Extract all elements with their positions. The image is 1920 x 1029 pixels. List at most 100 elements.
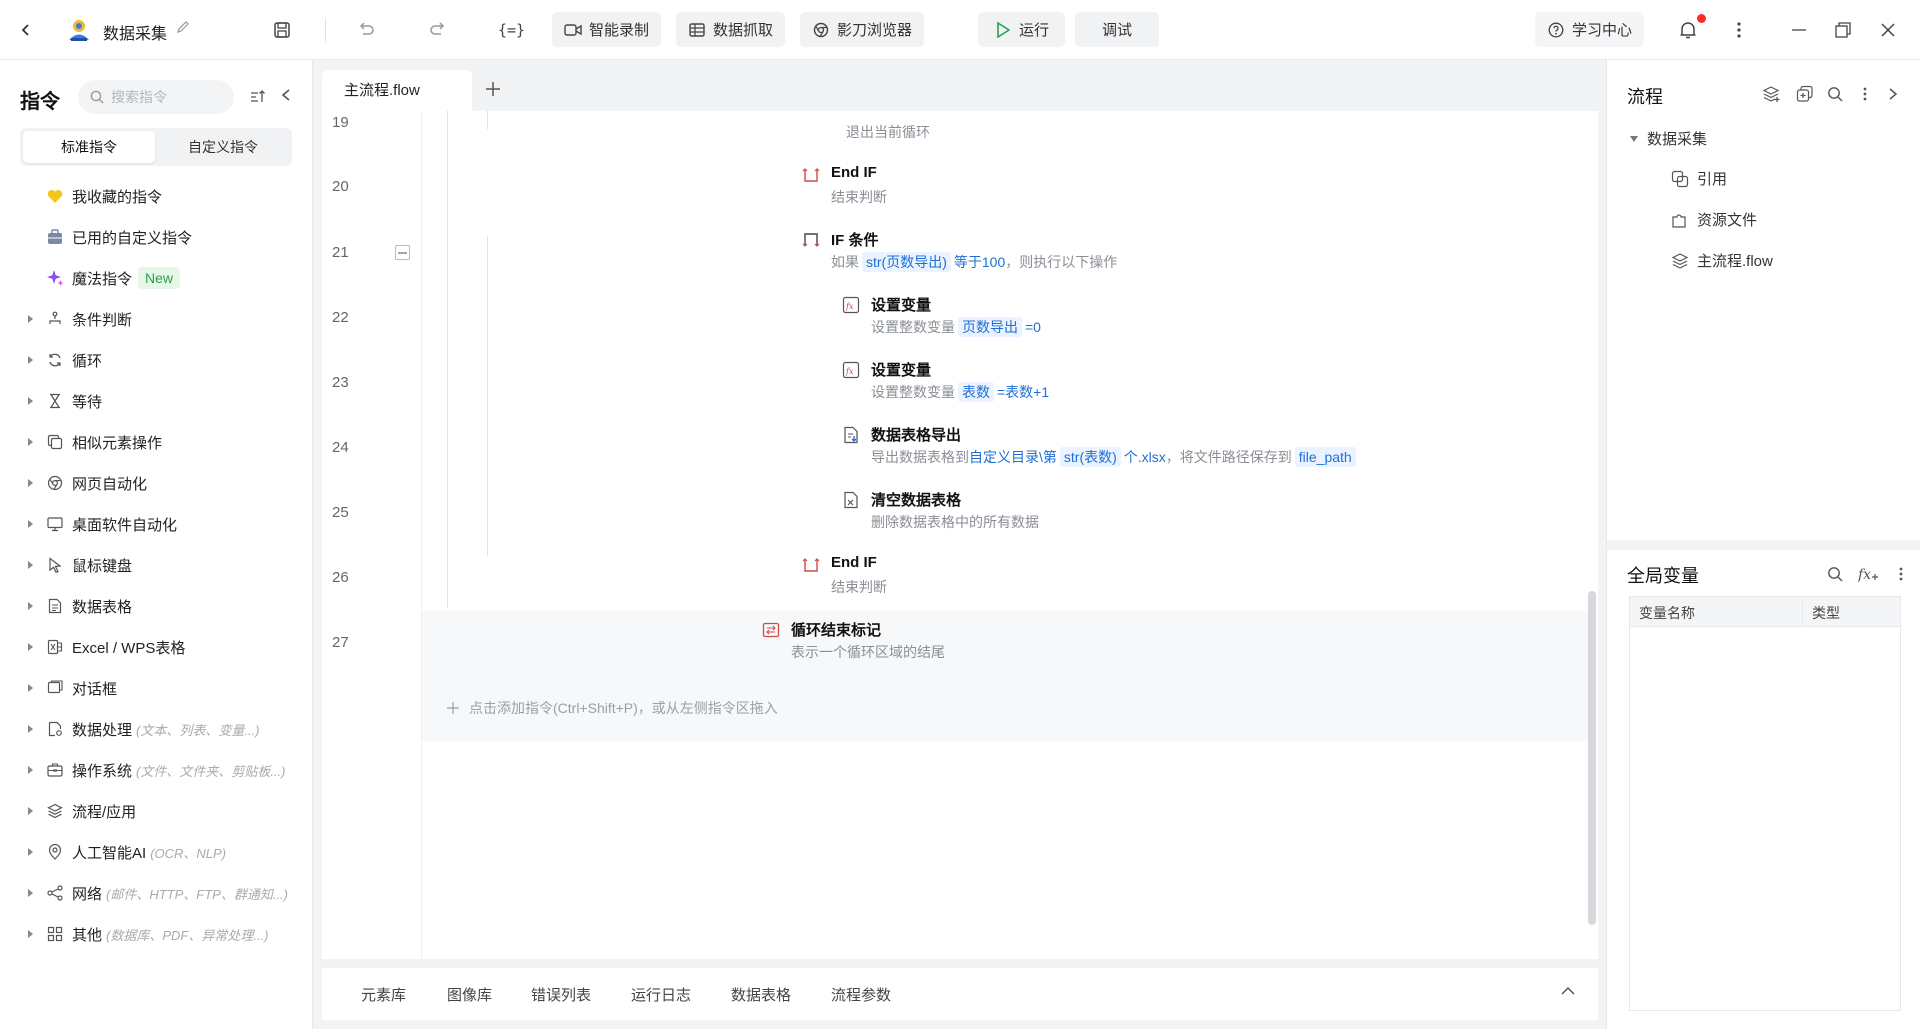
command-category[interactable]: 鼠标键盘 (0, 547, 313, 583)
desc-value: =0 (1025, 319, 1041, 335)
expand-arrow-icon[interactable] (27, 314, 35, 324)
svg-text:fx: fx (1858, 567, 1871, 583)
tab-error-list[interactable]: 错误列表 (531, 984, 591, 1005)
category-name: 等待 (72, 393, 103, 411)
command-category[interactable]: 数据表格 (0, 588, 313, 624)
chevron-right-icon[interactable] (1883, 84, 1903, 104)
favorite-commands-item[interactable]: 我收藏的指令 (0, 178, 313, 214)
magic-commands-label: 魔法指令 (72, 270, 133, 288)
sort-icon[interactable] (249, 88, 267, 106)
tab-main-flow[interactable]: 主流程.flow (322, 70, 472, 112)
command-search-input[interactable] (111, 89, 221, 105)
copy-add-icon[interactable] (1795, 84, 1815, 104)
tab-run-log[interactable]: 运行日志 (631, 984, 691, 1005)
redo-icon[interactable] (426, 18, 450, 42)
command-category[interactable]: 数据处理 (文本、列表、变量...) (0, 711, 313, 747)
undo-icon[interactable] (354, 18, 378, 42)
back-icon[interactable] (14, 18, 38, 42)
run-button[interactable]: 运行 (978, 12, 1066, 47)
command-category[interactable]: 其他 (数据库、PDF、异常处理...) (0, 916, 313, 952)
expand-arrow-icon[interactable] (27, 355, 35, 365)
command-category[interactable]: 操作系统 (文件、文件夹、剪贴板...) (0, 752, 313, 788)
command-category[interactable]: 人工智能AI (OCR、NLP) (0, 834, 313, 870)
save-icon[interactable] (270, 18, 294, 42)
bell-icon[interactable] (1676, 18, 1700, 42)
category-label: 人工智能AI (OCR、NLP) (72, 842, 226, 863)
collapse-block-icon[interactable] (395, 245, 410, 260)
expand-arrow-icon[interactable] (27, 519, 35, 529)
tab-standard-commands[interactable]: 标准指令 (23, 131, 155, 163)
more-vertical-icon[interactable] (1891, 564, 1911, 584)
editor-scrollbar[interactable] (1588, 591, 1596, 925)
more-vertical-icon[interactable] (1855, 84, 1875, 104)
expand-arrow-icon[interactable] (27, 478, 35, 488)
restore-window-icon[interactable] (1831, 18, 1855, 42)
tree-item-reference[interactable]: 引用 (1671, 168, 1727, 189)
debug-button[interactable]: 调试 (1075, 12, 1159, 47)
more-vertical-icon[interactable] (1727, 18, 1751, 42)
expand-arrow-icon[interactable] (27, 396, 35, 406)
expand-arrow-icon[interactable] (27, 888, 35, 898)
learning-center-button[interactable]: 学习中心 (1535, 12, 1645, 47)
used-custom-commands-item[interactable]: 已用的自定义指令 (0, 219, 313, 255)
browser-button[interactable]: 影刀浏览器 (800, 12, 925, 47)
command-category[interactable]: Excel / WPS表格 (0, 629, 313, 665)
data-capture-label: 数据抓取 (713, 22, 774, 39)
command-search[interactable] (78, 80, 234, 114)
heart-icon (46, 187, 64, 205)
row-description: 设置整数变量 表数 =表数+1 (871, 382, 1049, 402)
tab-image-library[interactable]: 图像库 (447, 984, 492, 1005)
ai-pin-icon (46, 843, 64, 861)
top-toolbar: 数据采集 {=} 智能录制 数据抓取 影刀浏览器 运行 调试 学习中心 (0, 0, 1920, 60)
tab-custom-commands[interactable]: 自定义指令 (157, 131, 289, 163)
edit-pencil-icon[interactable] (176, 20, 192, 36)
close-icon[interactable] (1876, 18, 1900, 42)
search-icon[interactable] (1825, 84, 1845, 104)
tree-root-item[interactable]: 数据采集 (1629, 128, 1707, 149)
command-category[interactable]: 对话框 (0, 670, 313, 706)
toolbox-icon (46, 761, 64, 779)
variable-braces-icon[interactable]: {=} (497, 18, 525, 42)
expand-arrow-icon[interactable] (27, 683, 35, 693)
category-label: 等待 (72, 391, 102, 412)
svg-text:fx: fx (845, 367, 854, 376)
command-category[interactable]: 桌面软件自动化 (0, 506, 313, 542)
add-tab-icon[interactable] (484, 80, 504, 100)
add-command-hint[interactable]: 点击添加指令(Ctrl+Shift+P)，或从左侧指令区拖入 (447, 698, 778, 718)
command-category[interactable]: 网络 (邮件、HTTP、FTP、群通知...) (0, 875, 313, 911)
search-icon (90, 90, 104, 104)
command-category[interactable]: 循环 (0, 342, 313, 378)
layers-add-icon[interactable] (1761, 84, 1781, 104)
toolbar-divider (325, 18, 326, 42)
expand-arrow-icon[interactable] (27, 847, 35, 857)
command-category[interactable]: 等待 (0, 383, 313, 419)
desc-text: ，则执行以下操作 (1005, 254, 1118, 270)
expand-arrow-icon[interactable] (27, 642, 35, 652)
command-category[interactable]: 相似元素操作 (0, 424, 313, 460)
command-category[interactable]: 流程/应用 (0, 793, 313, 829)
expand-arrow-icon[interactable] (27, 560, 35, 570)
expand-arrow-icon[interactable] (27, 601, 35, 611)
search-icon[interactable] (1825, 564, 1845, 584)
command-category[interactable]: 条件判断 (0, 301, 313, 337)
tree-item-main-flow[interactable]: 主流程.flow (1671, 250, 1773, 271)
collapse-panel-icon[interactable] (280, 88, 296, 106)
add-variable-fx-icon[interactable]: fx (1857, 564, 1881, 584)
expand-arrow-icon[interactable] (27, 929, 35, 939)
tab-data-table[interactable]: 数据表格 (731, 984, 791, 1005)
magic-commands-item[interactable]: 魔法指令 New (0, 260, 313, 296)
tree-item-resource-files[interactable]: 资源文件 (1671, 209, 1757, 230)
tab-flow-params[interactable]: 流程参数 (831, 984, 891, 1005)
smart-record-button[interactable]: 智能录制 (552, 12, 662, 47)
command-category[interactable]: 网页自动化 (0, 465, 313, 501)
expand-arrow-icon[interactable] (27, 724, 35, 734)
add-command-hint-text: 点击添加指令(Ctrl+Shift+P)，或从左侧指令区拖入 (469, 700, 778, 716)
expand-arrow-icon[interactable] (27, 437, 35, 447)
row-title: IF 条件 (831, 232, 879, 249)
tab-element-library[interactable]: 元素库 (361, 984, 406, 1005)
expand-arrow-icon[interactable] (27, 806, 35, 816)
expand-panel-chevron-up-icon[interactable] (1560, 986, 1576, 1002)
expand-arrow-icon[interactable] (27, 765, 35, 775)
data-capture-button[interactable]: 数据抓取 (676, 12, 786, 47)
minimize-icon[interactable] (1787, 18, 1811, 42)
